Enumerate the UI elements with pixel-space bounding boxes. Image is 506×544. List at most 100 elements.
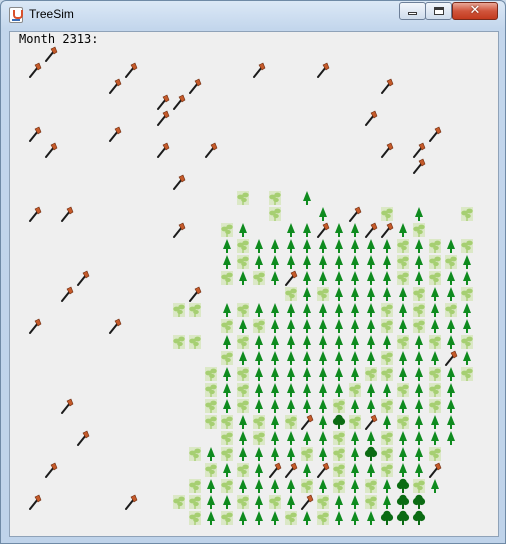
elder-tree-icon [412, 510, 426, 526]
tree-icon [396, 462, 410, 478]
tree-icon [412, 206, 426, 222]
tree-icon [252, 478, 266, 494]
tree-icon [236, 510, 250, 526]
tree-icon [204, 510, 218, 526]
tree-icon [316, 270, 330, 286]
lumberjack-icon [172, 94, 186, 110]
tree-icon [428, 414, 442, 430]
tree-icon [412, 382, 426, 398]
sapling-icon [284, 510, 298, 526]
tree-icon [332, 270, 346, 286]
lumberjack-icon [28, 494, 42, 510]
tree-icon [284, 382, 298, 398]
month-label: Month 2313: [19, 32, 99, 46]
sapling-icon [396, 382, 410, 398]
tree-icon [348, 494, 362, 510]
tree-icon [300, 190, 314, 206]
tree-icon [268, 446, 282, 462]
lumberjack-icon [316, 462, 330, 478]
tree-icon [268, 350, 282, 366]
tree-icon [236, 350, 250, 366]
tree-icon [252, 254, 266, 270]
sapling-icon [412, 222, 426, 238]
sapling-icon [172, 334, 186, 350]
sapling-icon [252, 430, 266, 446]
tree-icon [348, 318, 362, 334]
sapling-icon [428, 382, 442, 398]
tree-icon [284, 302, 298, 318]
lumberjack-icon [44, 142, 58, 158]
lumberjack-icon [284, 462, 298, 478]
tree-icon [268, 382, 282, 398]
tree-icon [332, 334, 346, 350]
simulation-panel: Month 2313: [9, 31, 499, 537]
tree-icon [348, 254, 362, 270]
tree-icon [252, 350, 266, 366]
tree-icon [428, 286, 442, 302]
minimize-button[interactable] [399, 2, 426, 20]
tree-icon [364, 350, 378, 366]
lumberjack-icon [172, 222, 186, 238]
sapling-icon [316, 510, 330, 526]
tree-icon [380, 238, 394, 254]
sapling-icon [252, 318, 266, 334]
sapling-icon [348, 382, 362, 398]
tree-icon [348, 334, 362, 350]
tree-icon [236, 446, 250, 462]
lumberjack-icon [428, 462, 442, 478]
tree-icon [428, 478, 442, 494]
sapling-icon [380, 430, 394, 446]
tree-icon [364, 430, 378, 446]
sapling-icon [300, 478, 314, 494]
tree-icon [300, 254, 314, 270]
close-icon: ✕ [469, 3, 481, 18]
maximize-button[interactable] [425, 2, 452, 20]
sapling-icon [380, 446, 394, 462]
sapling-icon [380, 462, 394, 478]
sapling-icon [428, 446, 442, 462]
title-bar[interactable]: TreeSim ✕ [1, 1, 505, 29]
lumberjack-icon [60, 286, 74, 302]
tree-icon [300, 462, 314, 478]
lumberjack-icon [284, 270, 298, 286]
sapling-icon [412, 318, 426, 334]
lumberjack-icon [76, 430, 90, 446]
sapling-icon [188, 494, 202, 510]
sapling-icon [188, 446, 202, 462]
sapling-icon [316, 286, 330, 302]
forest-grid [10, 32, 498, 536]
sapling-icon [220, 414, 234, 430]
lumberjack-icon [28, 62, 42, 78]
lumberjack-icon [380, 142, 394, 158]
tree-icon [332, 494, 346, 510]
lumberjack-icon [412, 142, 426, 158]
minimize-icon [408, 12, 417, 15]
tree-icon [364, 382, 378, 398]
tree-icon [316, 414, 330, 430]
sapling-icon [236, 334, 250, 350]
tree-icon [268, 414, 282, 430]
sapling-icon [268, 190, 282, 206]
tree-icon [300, 382, 314, 398]
elder-tree-icon [396, 478, 410, 494]
close-button[interactable]: ✕ [452, 2, 498, 20]
tree-icon [220, 238, 234, 254]
tree-icon [284, 318, 298, 334]
tree-icon [236, 270, 250, 286]
lumberjack-icon [28, 318, 42, 334]
tree-icon [380, 254, 394, 270]
tree-icon [220, 366, 234, 382]
lumberjack-icon [108, 126, 122, 142]
sapling-icon [460, 366, 474, 382]
tree-icon [236, 430, 250, 446]
tree-icon [316, 206, 330, 222]
tree-icon [316, 446, 330, 462]
tree-icon [332, 302, 346, 318]
lumberjack-icon [108, 318, 122, 334]
tree-icon [284, 478, 298, 494]
lumberjack-icon [300, 494, 314, 510]
tree-icon [252, 366, 266, 382]
sapling-icon [236, 302, 250, 318]
tree-icon [364, 270, 378, 286]
tree-icon [364, 334, 378, 350]
